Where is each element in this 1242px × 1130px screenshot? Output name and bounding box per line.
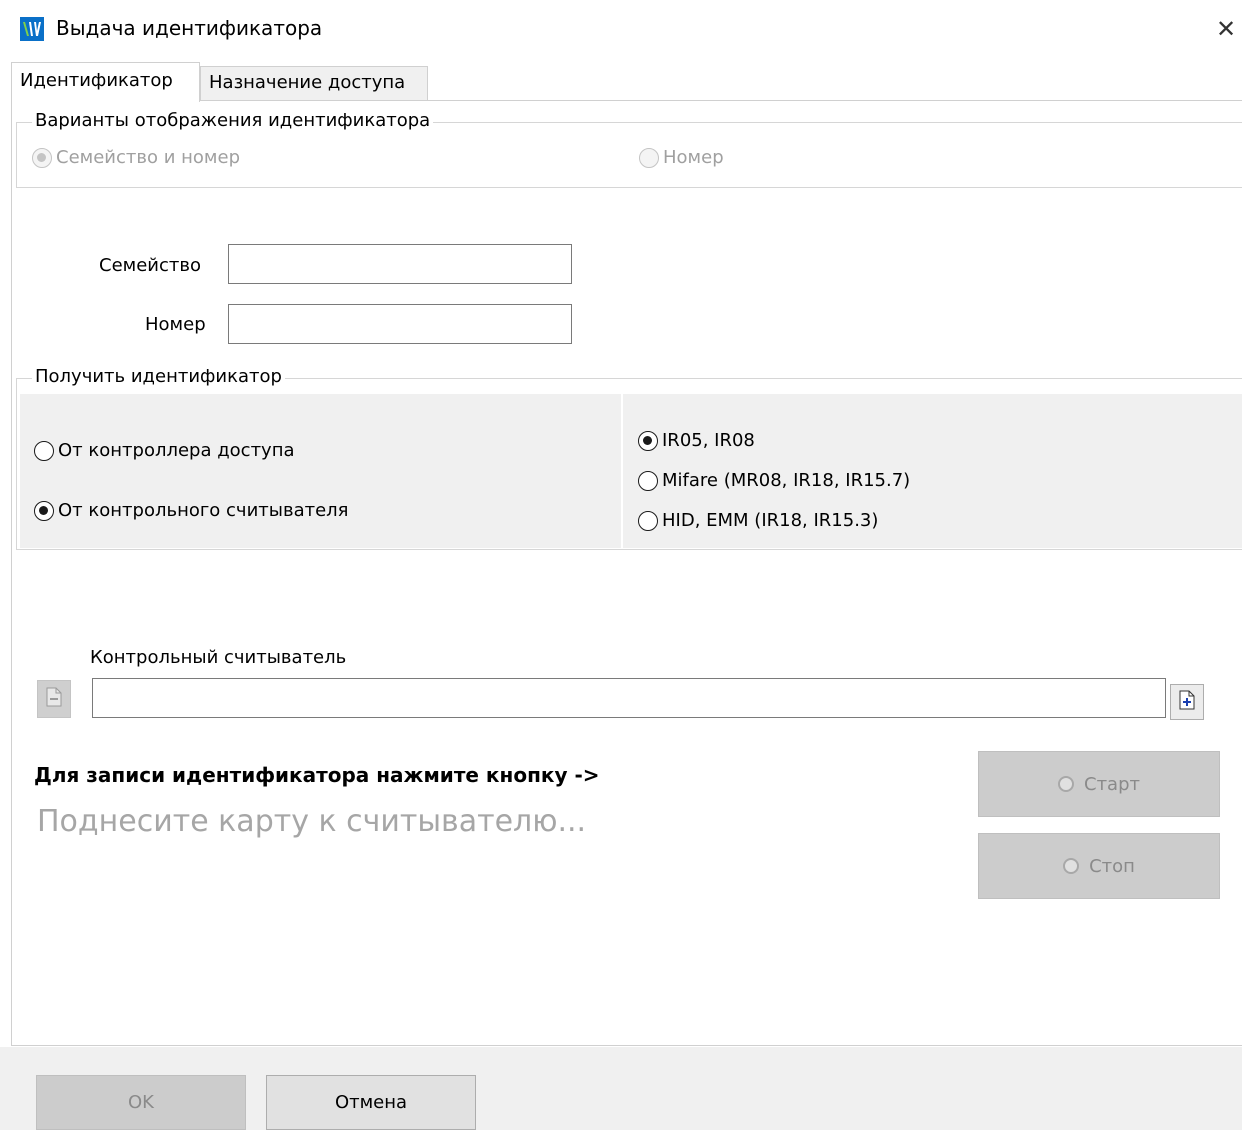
radio-number-only-label: Номер	[663, 147, 724, 168]
radio-unchecked-icon	[34, 440, 54, 461]
tab-identifier[interactable]: Идентификатор	[11, 62, 200, 102]
radio-family-and-number-label: Семейство и номер	[56, 147, 240, 168]
radio-ir05-ir08[interactable]: IR05, IR08	[638, 430, 755, 451]
document-add-icon	[1179, 690, 1195, 714]
radio-from-control-reader-label: От контрольного считывателя	[58, 500, 349, 521]
radio-hid-emm[interactable]: HID, EMM (IR18, IR15.3)	[638, 510, 878, 531]
reader-select-button[interactable]	[1170, 684, 1204, 720]
number-label: Номер	[145, 314, 206, 335]
dialog-footer: OK Отмена	[0, 1047, 1242, 1130]
radio-unchecked-icon	[638, 510, 658, 531]
radio-unchecked-icon	[639, 147, 659, 168]
card-hint: Поднесите карту к считывателю...	[37, 804, 587, 839]
document-clear-icon	[46, 687, 62, 711]
radio-mifare-label: Mifare (MR08, IR18, IR15.7)	[662, 470, 911, 491]
radio-from-access-controller[interactable]: От контроллера доступа	[34, 440, 295, 461]
radio-unchecked-icon	[638, 470, 658, 491]
radio-number-only[interactable]: Номер	[639, 147, 724, 168]
control-reader-label: Контрольный считыватель	[90, 647, 347, 668]
tab-panel: Варианты отображения идентификатора Семе…	[11, 100, 1242, 1046]
radio-family-and-number[interactable]: Семейство и номер	[32, 147, 240, 168]
radio-checked-icon	[638, 430, 658, 451]
family-label: Семейство	[99, 255, 201, 276]
radio-checked-icon	[34, 500, 54, 521]
number-input[interactable]	[228, 304, 572, 344]
close-icon[interactable]: ✕	[1212, 14, 1240, 44]
family-input[interactable]	[228, 244, 572, 284]
stop-button-label: Стоп	[1089, 855, 1135, 877]
window-title: Выдача идентификатора	[56, 16, 323, 40]
write-instruction: Для записи идентификатора нажмите кнопку…	[34, 763, 600, 787]
title-bar: Выдача идентификатора ✕	[0, 0, 1242, 60]
radio-from-access-controller-label: От контроллера доступа	[58, 440, 295, 461]
ok-button[interactable]: OK	[36, 1075, 246, 1130]
source-options-panel	[20, 394, 621, 548]
start-button[interactable]: Старт	[978, 751, 1220, 817]
radio-circle-icon	[1058, 776, 1074, 792]
stop-button[interactable]: Стоп	[978, 833, 1220, 899]
reader-clear-button[interactable]	[37, 680, 71, 718]
app-logo-icon	[20, 17, 44, 41]
control-reader-input[interactable]	[92, 678, 1166, 718]
radio-checked-icon	[32, 147, 52, 168]
cancel-button[interactable]: Отмена	[266, 1075, 476, 1130]
radio-hid-emm-label: HID, EMM (IR18, IR15.3)	[662, 510, 879, 531]
start-button-label: Старт	[1084, 773, 1140, 795]
radio-ir05-ir08-label: IR05, IR08	[662, 430, 755, 451]
radio-mifare[interactable]: Mifare (MR08, IR18, IR15.7)	[638, 470, 910, 491]
radio-from-control-reader[interactable]: От контрольного считывателя	[34, 500, 349, 521]
radio-circle-icon	[1063, 858, 1080, 874]
display-variants-legend: Варианты отображения идентификатора	[32, 110, 434, 131]
get-identifier-legend: Получить идентификатор	[32, 366, 285, 387]
tab-access-assignment[interactable]: Назначение доступа	[200, 66, 428, 100]
